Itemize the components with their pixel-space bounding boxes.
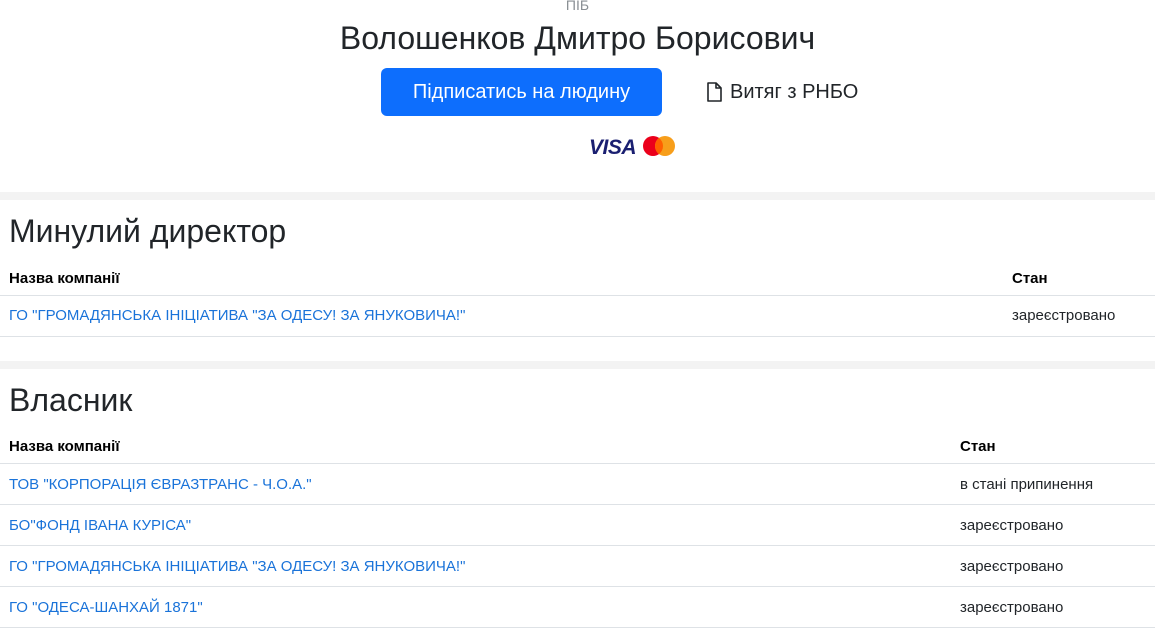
company-state: зареєстровано xyxy=(951,586,1155,628)
section-divider xyxy=(0,192,1155,200)
company-link[interactable]: ГО "ГРОМАДЯНСЬКА ІНІЦІАТИВА "ЗА ОДЕСУ! З… xyxy=(9,307,465,324)
table-row: ГО "ГРОМАДЯНСЬКА ІНІЦІАТИВА "ЗА ОДЕСУ! З… xyxy=(0,295,1155,337)
company-link[interactable]: ГО "ОДЕСА-ШАНХАЙ 1871" xyxy=(9,599,203,616)
table-row: БО"ФОНД ІВАНА КУРІСА" зареєстровано xyxy=(0,504,1155,546)
table-row: ТОВ "КОРПОРАЦІЯ ЄВРАЗТРАНС - Ч.О.А." в с… xyxy=(0,463,1155,505)
section-title: Власник xyxy=(9,381,133,418)
table-header-row: Назва компанії Стан xyxy=(0,262,1155,296)
subscribe-button[interactable]: Підписатись на людину xyxy=(381,68,662,116)
pib-label: ПІБ xyxy=(565,0,590,13)
company-state: зареєстровано xyxy=(951,545,1155,587)
companies-table: Назва компанії Стан ГО "ГРОМАДЯНСЬКА ІНІ… xyxy=(0,262,1155,337)
table-row: ГО "ОДЕСА-ШАНХАЙ 1871" зареєстровано xyxy=(0,586,1155,628)
owner-section: Власник Назва компанії Стан ТОВ "КОРПОРА… xyxy=(0,369,1155,628)
column-state: Стан xyxy=(1003,262,1155,296)
rnbo-extract-link[interactable]: Витяг з РНБО xyxy=(706,79,858,105)
section-title: Минулий директор xyxy=(9,213,287,249)
column-state: Стан xyxy=(951,430,1155,464)
company-state: зареєстровано xyxy=(1003,295,1155,337)
payment-cards: VISA xyxy=(589,135,676,162)
file-icon xyxy=(706,82,722,102)
company-state: в стані припинення xyxy=(951,463,1155,505)
person-name: Волошенков Дмитро Борисович xyxy=(339,20,816,56)
column-company-name: Назва компанії xyxy=(0,262,1003,296)
visa-logo: VISA xyxy=(589,136,637,159)
company-state: зареєстровано xyxy=(951,504,1155,546)
company-link[interactable]: БО"ФОНД ІВАНА КУРІСА" xyxy=(9,517,191,534)
rnbo-extract-label: Витяг з РНБО xyxy=(730,80,859,103)
table-header-row: Назва компанії Стан xyxy=(0,430,1155,464)
section-divider xyxy=(0,360,1155,369)
past-director-section: Минулий директор Назва компанії Стан ГО … xyxy=(0,200,1155,337)
person-header: ПІБ Волошенков Дмитро Борисович Підписат… xyxy=(0,0,1155,192)
company-link[interactable]: ГО "ГРОМАДЯНСЬКА ІНІЦІАТИВА "ЗА ОДЕСУ! З… xyxy=(9,558,465,575)
companies-table: Назва компанії Стан ТОВ "КОРПОРАЦІЯ ЄВРА… xyxy=(0,430,1155,628)
company-link[interactable]: ТОВ "КОРПОРАЦІЯ ЄВРАЗТРАНС - Ч.О.А." xyxy=(9,476,312,493)
table-row: ГО "ГРОМАДЯНСЬКА ІНІЦІАТИВА "ЗА ОДЕСУ! З… xyxy=(0,545,1155,587)
mastercard-icon xyxy=(642,135,676,162)
column-company-name: Назва компанії xyxy=(0,430,951,464)
